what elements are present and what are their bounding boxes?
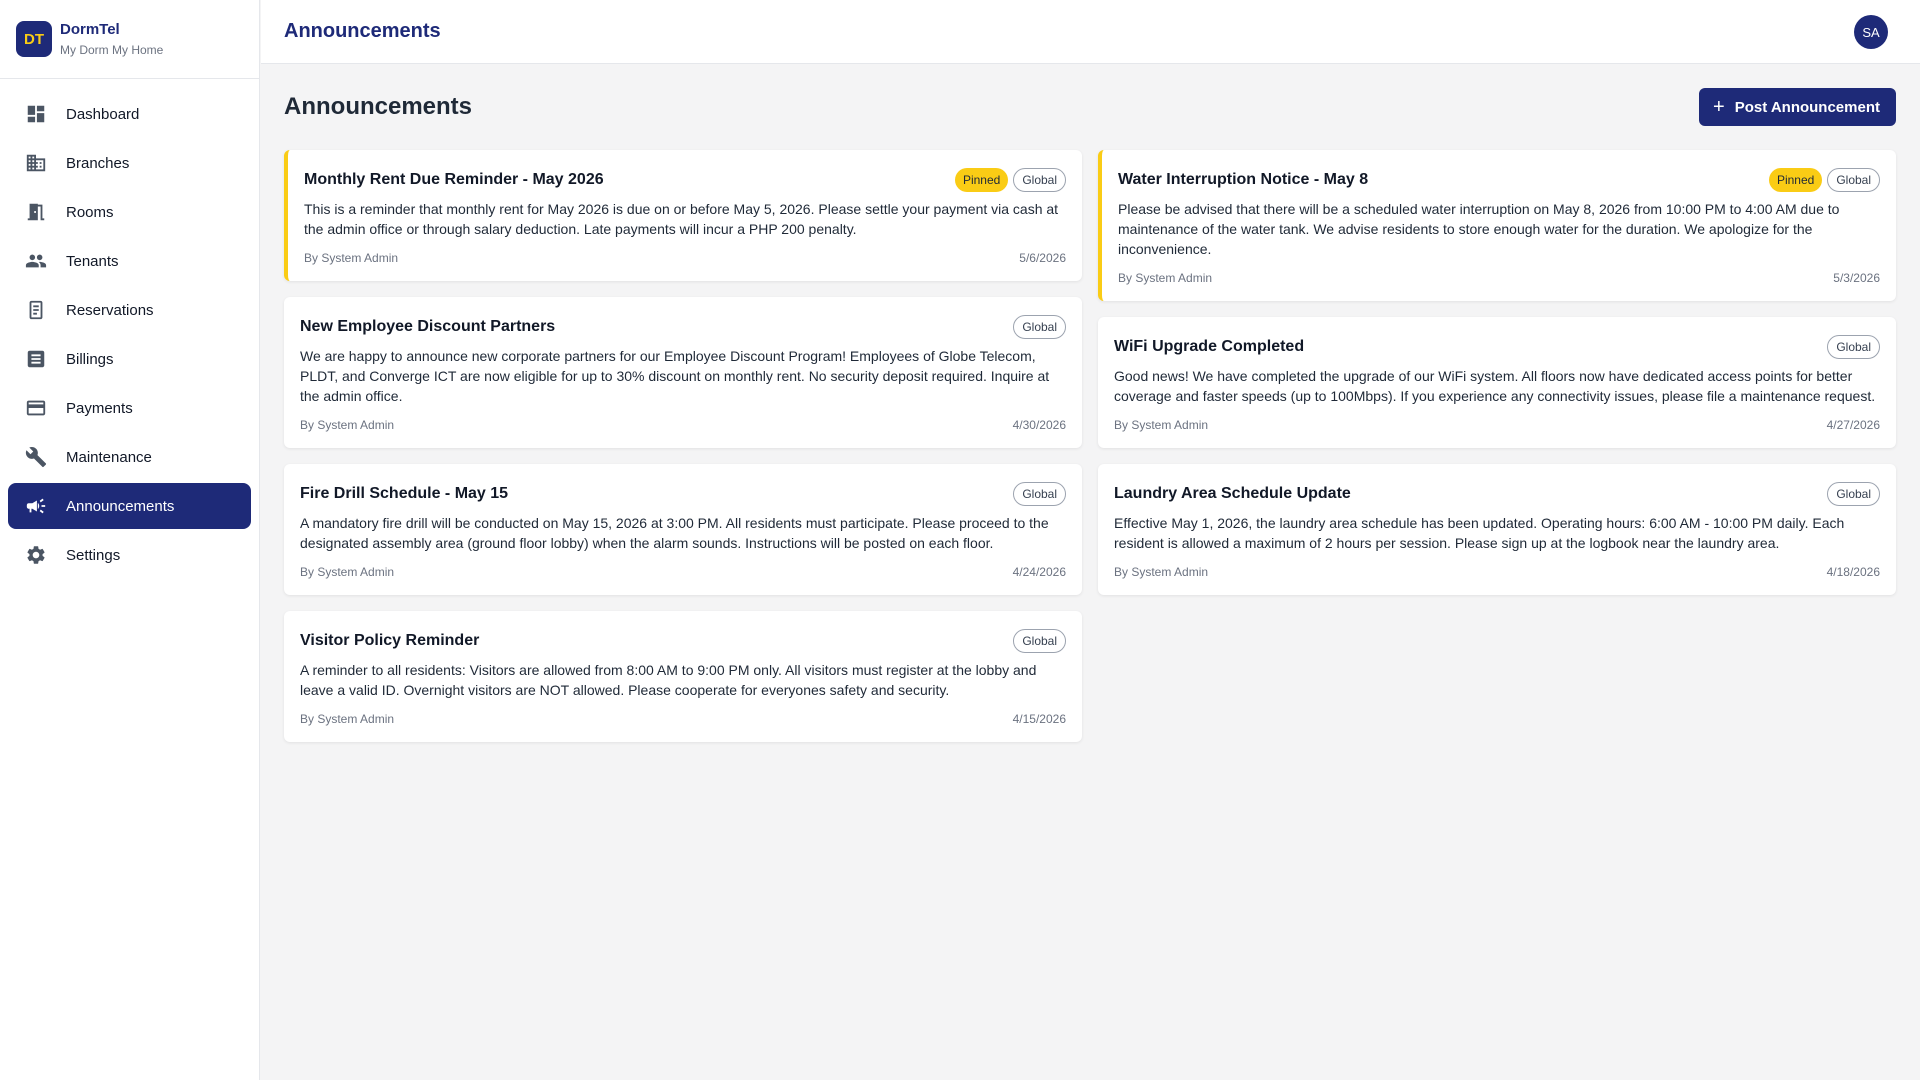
sidebar-item-label: Announcements	[66, 497, 175, 515]
scope-badge: Global	[1013, 168, 1066, 192]
people-icon	[25, 250, 47, 272]
announcement-title: New Employee Discount Partners	[300, 318, 556, 335]
pinned-badge: Pinned	[954, 168, 1009, 192]
megaphone-icon	[25, 495, 47, 517]
announcement-author: By System Admin	[1118, 271, 1213, 285]
announcement-body: A reminder to all residents: Visitors ar…	[300, 662, 1037, 698]
announcement-card[interactable]: Visitor Policy Reminder Global A reminde…	[284, 611, 1082, 742]
announcement-title: Water Interruption Notice - May 8	[1118, 171, 1369, 188]
post-announcement-button[interactable]: + Post Announcement	[1699, 88, 1896, 126]
announcement-title: Fire Drill Schedule - May 15	[300, 485, 509, 502]
top-bar-title: Announcements	[284, 20, 441, 42]
brand-logo: DT	[16, 21, 52, 57]
sidebar-item-label: Reservations	[66, 301, 154, 319]
dashboard-icon	[25, 103, 47, 125]
building-icon	[25, 152, 47, 174]
announcement-body: Please be advised that there will be a s…	[1118, 201, 1840, 257]
sidebar-item-payments[interactable]: Payments	[8, 385, 251, 431]
announcement-author: By System Admin	[300, 565, 395, 579]
announcement-card[interactable]: Laundry Area Schedule Update Global Effe…	[1098, 464, 1896, 595]
sidebar-item-tenants[interactable]: Tenants	[8, 238, 251, 284]
scope-badge: Global	[1827, 482, 1880, 506]
brand-tagline: My Dorm My Home	[60, 43, 164, 57]
brand-name: DormTel	[60, 21, 120, 38]
scope-badge: Global	[1013, 482, 1066, 506]
announcement-card[interactable]: WiFi Upgrade Completed Global Good news!…	[1098, 317, 1896, 448]
announcement-author: By System Admin	[304, 251, 399, 265]
sidebar-item-settings[interactable]: Settings	[8, 532, 251, 578]
announcement-date: 4/27/2026	[1826, 418, 1880, 432]
sidebar-item-label: Settings	[66, 546, 121, 564]
announcement-card[interactable]: New Employee Discount Partners Global We…	[284, 297, 1082, 448]
announcement-body: This is a reminder that monthly rent for…	[304, 201, 1059, 237]
announcement-card[interactable]: Monthly Rent Due Reminder - May 2026 Pin…	[284, 150, 1082, 281]
avatar[interactable]: SA	[1854, 15, 1888, 49]
scope-badge: Global	[1827, 168, 1880, 192]
announcement-title: Visitor Policy Reminder	[300, 632, 480, 649]
sidebar-item-label: Payments	[66, 399, 133, 417]
sidebar-item-label: Rooms	[66, 203, 114, 221]
announcement-card[interactable]: Fire Drill Schedule - May 15 Global A ma…	[284, 464, 1082, 595]
sidebar-item-label: Branches	[66, 154, 130, 172]
scope-badge: Global	[1013, 315, 1066, 339]
announcement-body: Good news! We have completed the upgrade…	[1114, 368, 1876, 404]
reservation-icon	[25, 299, 47, 321]
main-content: Announcements + Post Announcement Monthl…	[284, 64, 1896, 742]
announcement-author: By System Admin	[300, 712, 395, 726]
sidebar-item-label: Dashboard	[66, 105, 140, 123]
sidebar-item-label: Maintenance	[66, 448, 152, 466]
announcement-title: WiFi Upgrade Completed	[1114, 338, 1305, 355]
sidebar-item-announcements[interactable]: Announcements	[8, 483, 251, 529]
announcement-author: By System Admin	[1114, 418, 1209, 432]
announcement-date: 5/6/2026	[1019, 251, 1066, 265]
announcement-date: 5/3/2026	[1833, 271, 1880, 285]
top-bar: Announcements SA	[261, 0, 1920, 64]
billing-list-icon	[25, 348, 47, 370]
credit-card-icon	[25, 397, 47, 419]
page-title: Announcements	[284, 93, 473, 120]
announcement-grid: Monthly Rent Due Reminder - May 2026 Pin…	[284, 150, 1896, 742]
brand-header: DT DormTel My Dorm My Home	[0, 0, 259, 79]
announcement-title: Monthly Rent Due Reminder - May 2026	[304, 171, 604, 188]
announcement-date: 4/30/2026	[1012, 418, 1066, 432]
sidebar-item-label: Tenants	[66, 252, 119, 270]
door-icon	[25, 201, 47, 223]
announcement-date: 4/18/2026	[1826, 565, 1880, 579]
plus-icon: +	[1713, 96, 1725, 118]
announcement-column-right: Water Interruption Notice - May 8 Pinned…	[1098, 150, 1896, 595]
sidebar-item-rooms[interactable]: Rooms	[8, 189, 251, 235]
sidebar-item-label: Billings	[66, 350, 114, 368]
wrench-icon	[25, 446, 47, 468]
announcement-title: Laundry Area Schedule Update	[1114, 485, 1351, 502]
sidebar-item-maintenance[interactable]: Maintenance	[8, 434, 251, 480]
post-announcement-label: Post Announcement	[1734, 98, 1880, 116]
sidebar: DT DormTel My Dorm My Home Dashboard Bra…	[0, 0, 260, 1080]
page-header: Announcements + Post Announcement	[284, 64, 1896, 150]
pinned-badge: Pinned	[1768, 168, 1823, 192]
sidebar-item-dashboard[interactable]: Dashboard	[8, 91, 251, 137]
sidebar-item-reservations[interactable]: Reservations	[8, 287, 251, 333]
gear-icon	[25, 544, 47, 566]
announcement-author: By System Admin	[1114, 565, 1209, 579]
sidebar-item-branches[interactable]: Branches	[8, 140, 251, 186]
announcement-body: Effective May 1, 2026, the laundry area …	[1114, 515, 1845, 551]
announcement-date: 4/15/2026	[1012, 712, 1066, 726]
announcement-body: We are happy to announce new corporate p…	[300, 348, 1050, 404]
announcement-body: A mandatory fire drill will be conducted…	[300, 515, 1049, 551]
announcement-column-left: Monthly Rent Due Reminder - May 2026 Pin…	[284, 150, 1082, 742]
scope-badge: Global	[1827, 335, 1880, 359]
announcement-author: By System Admin	[300, 418, 395, 432]
announcement-date: 4/24/2026	[1012, 565, 1066, 579]
announcement-card[interactable]: Water Interruption Notice - May 8 Pinned…	[1098, 150, 1896, 301]
sidebar-item-billings[interactable]: Billings	[8, 336, 251, 382]
scope-badge: Global	[1013, 629, 1066, 653]
sidebar-nav: Dashboard Branches Rooms Tenants Reserva…	[0, 79, 259, 578]
